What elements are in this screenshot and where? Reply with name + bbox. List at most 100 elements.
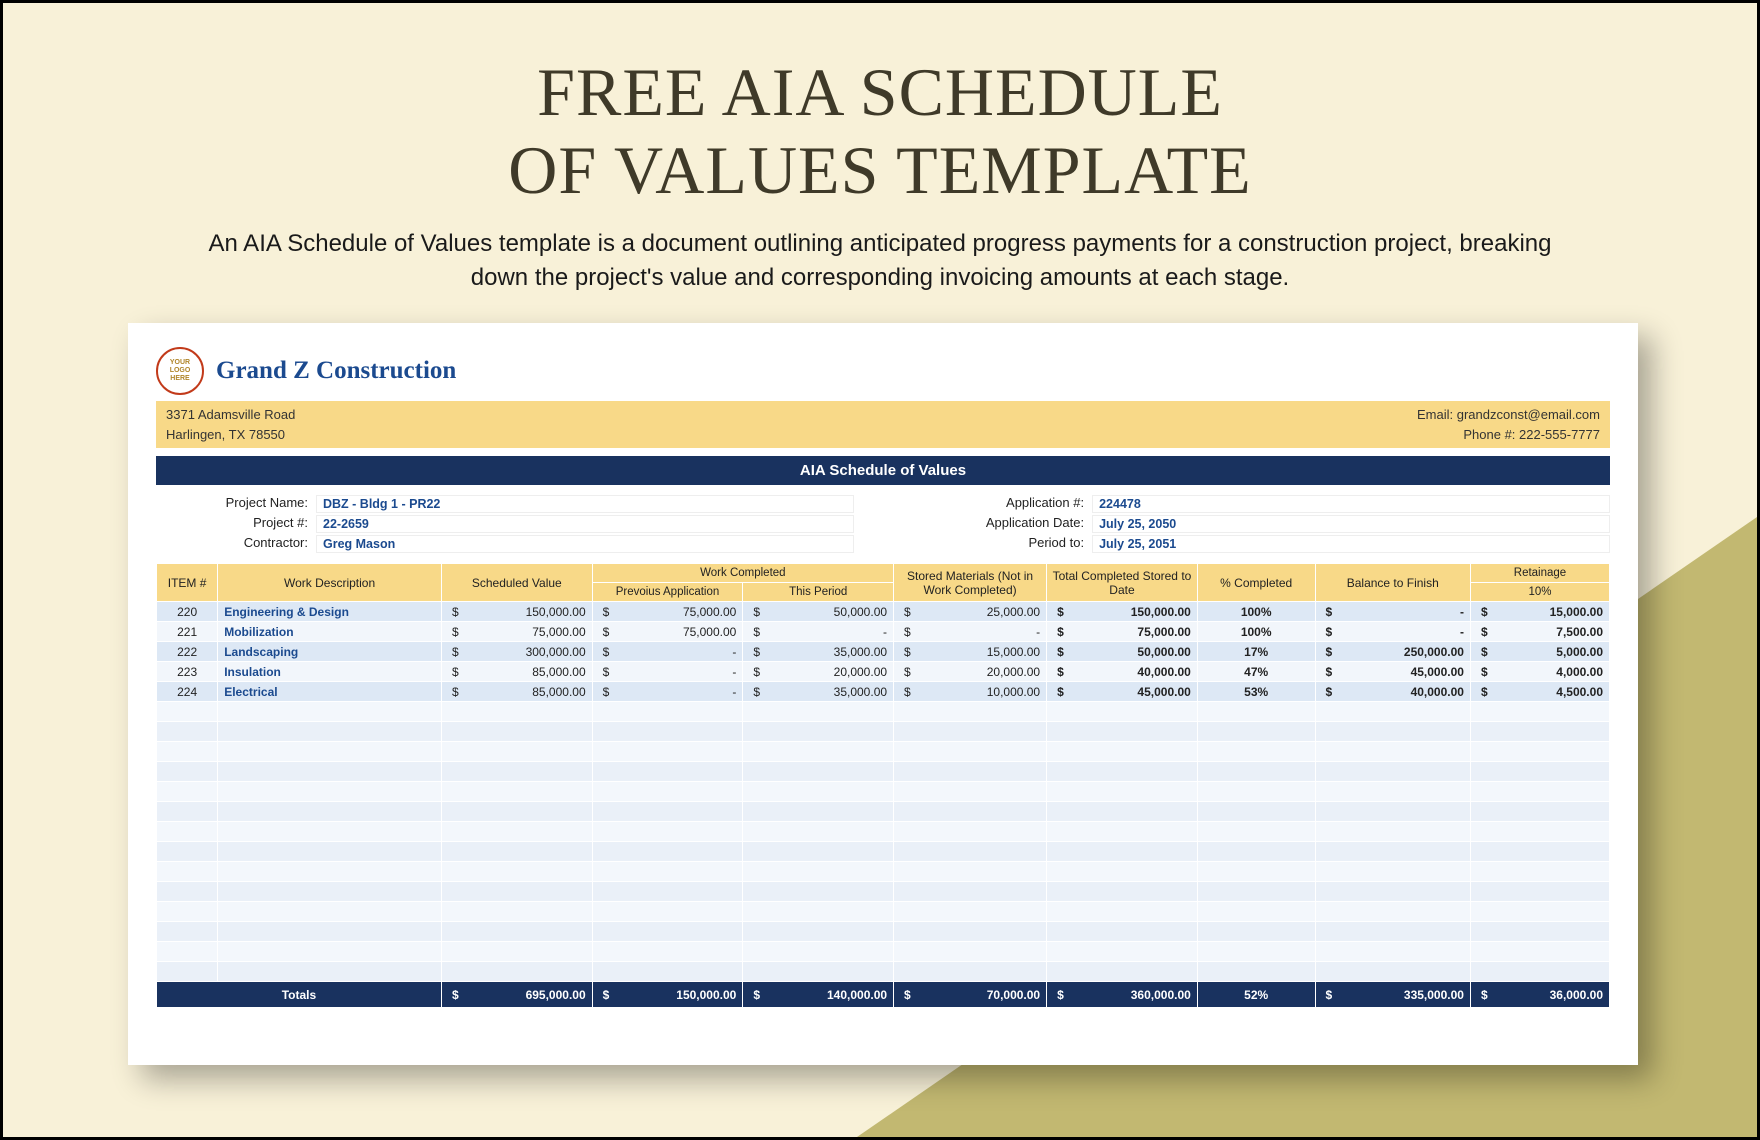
cell-blank [894,902,1047,922]
cell-blank [1470,922,1609,942]
th-item: ITEM # [157,564,218,602]
cell-money: - [743,622,894,642]
cell-item: 221 [157,622,218,642]
page-description: An AIA Schedule of Values template is a … [190,227,1570,294]
cell-money: 20,000.00 [743,662,894,682]
table-row-blank [157,722,1610,742]
project-name-label: Project Name: [156,495,316,513]
cell-blank [157,882,218,902]
cell-blank [743,842,894,862]
cell-blank [743,902,894,922]
cell-blank [592,802,743,822]
table-row-blank [157,802,1610,822]
cell-blank [1047,862,1198,882]
cell-blank [441,962,592,982]
contractor-label: Contractor: [156,535,316,553]
totals-balance: 335,000.00 [1315,982,1470,1008]
cell-desc: Electrical [218,682,442,702]
cell-blank [1470,882,1609,902]
cell-blank [1470,822,1609,842]
cell-money: 40,000.00 [1315,682,1470,702]
app-date-label: Application Date: [912,515,1092,533]
cell-blank [1047,882,1198,902]
table-row: 223Insulation85,000.00-20,000.0020,000.0… [157,662,1610,682]
cell-desc: Engineering & Design [218,602,442,622]
th-prev-app: Prevoius Application [592,583,743,602]
cell-blank [218,802,442,822]
cell-blank [1047,842,1198,862]
cell-blank [441,802,592,822]
cell-item: 224 [157,682,218,702]
cell-blank [894,802,1047,822]
cell-money: 4,500.00 [1470,682,1609,702]
cell-blank [1470,962,1609,982]
cell-blank [1197,942,1315,962]
cell-blank [592,962,743,982]
cell-blank [157,802,218,822]
cell-blank [1197,822,1315,842]
cell-blank [441,842,592,862]
cell-money: 45,000.00 [1315,662,1470,682]
table-row-blank [157,942,1610,962]
cell-desc: Insulation [218,662,442,682]
cell-blank [894,762,1047,782]
cell-blank [218,882,442,902]
project-info-grid: Project Name:DBZ - Bldg 1 - PR22 Project… [156,485,1610,563]
cell-money: 25,000.00 [894,602,1047,622]
table-row: 224Electrical85,000.00-35,000.0010,000.0… [157,682,1610,702]
cell-item: 222 [157,642,218,662]
cell-money: - [592,662,743,682]
title-line-2: OF VALUES TEMPLATE [508,132,1251,208]
cell-money: - [1315,622,1470,642]
cell-blank [592,902,743,922]
totals-period: 140,000.00 [743,982,894,1008]
cell-blank [894,942,1047,962]
cell-blank [894,822,1047,842]
th-work-completed: Work Completed [592,564,893,583]
table-row-blank [157,862,1610,882]
cell-blank [1315,742,1470,762]
logo-text-2: LOGO [170,367,191,375]
cell-money: 75,000.00 [592,622,743,642]
title-line-1: FREE AIA SCHEDULE [537,54,1223,130]
table-row-blank [157,702,1610,722]
cell-blank [218,782,442,802]
email-line: Email: grandzconst@email.com [1417,405,1600,425]
cell-blank [1197,702,1315,722]
cell-blank [157,722,218,742]
table-row-blank [157,742,1610,762]
cell-blank [743,822,894,842]
cell-desc: Mobilization [218,622,442,642]
cell-blank [743,922,894,942]
schedule-table: ITEM # Work Description Scheduled Value … [156,563,1610,1008]
template-preview-sheet: YOUR LOGO HERE Grand Z Construction 3371… [128,323,1638,1065]
cell-blank [157,822,218,842]
cell-blank [218,742,442,762]
table-row-blank [157,822,1610,842]
cell-pct: 100% [1197,622,1315,642]
company-name: Grand Z Construction [216,357,456,385]
cell-blank [157,842,218,862]
page-title: FREE AIA SCHEDULE OF VALUES TEMPLATE [3,53,1757,209]
cell-blank [441,782,592,802]
cell-money: 35,000.00 [743,642,894,662]
table-header: ITEM # Work Description Scheduled Value … [157,564,1610,602]
table-row-blank [157,782,1610,802]
cell-blank [441,862,592,882]
logo-placeholder-icon: YOUR LOGO HERE [156,347,204,395]
th-totdate: Total Completed Stored to Date [1047,564,1198,602]
cell-blank [1315,722,1470,742]
cell-blank [894,922,1047,942]
table-row: 220Engineering & Design150,000.0075,000.… [157,602,1610,622]
cell-blank [441,922,592,942]
totals-label: Totals [157,982,442,1008]
cell-blank [1315,942,1470,962]
cell-blank [157,742,218,762]
table-row-blank [157,962,1610,982]
th-stored: Stored Materials (Not in Work Completed) [894,564,1047,602]
totals-sched: 695,000.00 [441,982,592,1008]
cell-blank [894,782,1047,802]
cell-blank [1047,962,1198,982]
cell-blank [592,922,743,942]
th-retainage-pct: 10% [1470,583,1609,602]
